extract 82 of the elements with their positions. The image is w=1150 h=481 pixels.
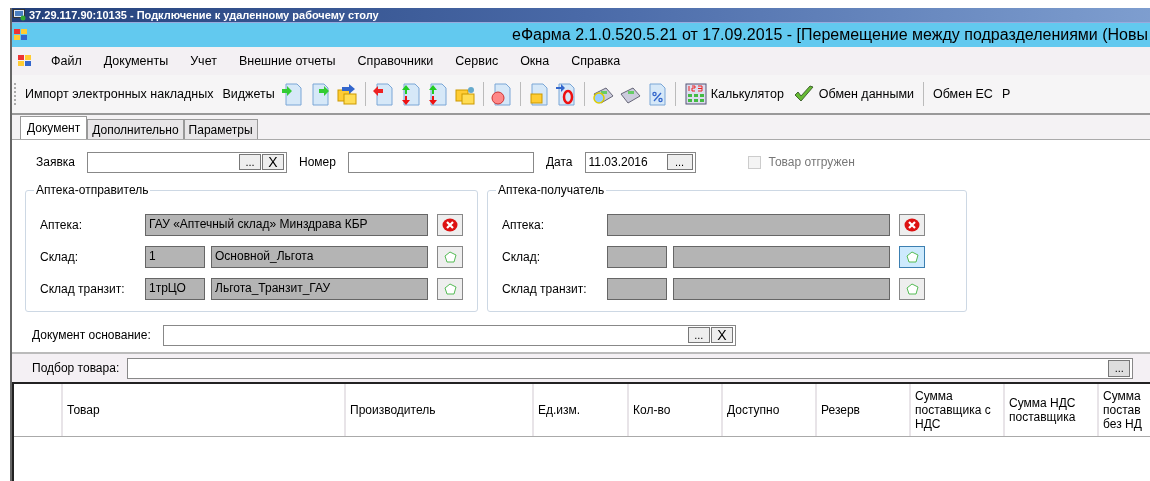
clear-button[interactable]: X: [710, 327, 733, 343]
menu-item[interactable]: Внешние отчеты: [227, 54, 347, 68]
pentagon-icon: [904, 282, 920, 296]
column-header[interactable]: Резерв: [817, 384, 911, 436]
app-icon: [14, 29, 28, 41]
column-header[interactable]: Производитель: [346, 384, 534, 436]
menu-item[interactable]: Учет: [179, 54, 228, 68]
date-picker-button[interactable]: ...: [666, 154, 693, 170]
field-label: Номер: [299, 155, 336, 169]
toolbar-button[interactable]: Импорт электронных накладных: [23, 87, 216, 101]
column-header[interactable]: Товар: [63, 384, 346, 436]
pentagon-icon: [442, 282, 458, 296]
select-button[interactable]: [899, 278, 925, 300]
document-arrows-icon[interactable]: [426, 82, 449, 106]
browse-button[interactable]: ...: [1108, 359, 1131, 377]
column-header[interactable]: Кол-во: [629, 384, 723, 436]
field-label: Дата: [545, 155, 573, 169]
readonly-field: 1: [145, 246, 205, 268]
window-title: 37.29.117.90:10135 - Подключение к удаленному рабочему столу: [29, 9, 379, 21]
column-header[interactable]: Доступно: [723, 384, 817, 436]
menu-item[interactable]: Справочники: [346, 54, 445, 68]
browse-button[interactable]: ...: [687, 327, 710, 343]
group-title: Аптека-отправитель: [34, 183, 151, 197]
readonly-field: [607, 278, 667, 300]
boxes-arrow-icon[interactable]: [335, 82, 358, 106]
app-title: еФарма 2.1.0.520.5.21 от 17.09.2015 - [Перемещение между подразделениями (Новы: [512, 26, 1148, 44]
readonly-field: Льгота_Транзит_ГАУ: [211, 278, 428, 300]
readonly-field: 1трЦО: [145, 278, 205, 300]
group-title: Аптека-получатель: [496, 183, 607, 197]
date-field[interactable]: 11.03.2016 ...: [584, 151, 696, 173]
field-label: Подбор товара:: [32, 361, 120, 375]
data-exchange-button[interactable]: Обмен данными: [790, 84, 916, 104]
toolbar-button[interactable]: Обмен ЕС: [931, 87, 995, 101]
clear-button[interactable]: X: [262, 154, 284, 170]
calculator-icon: [684, 83, 707, 105]
close-icon: [442, 218, 458, 232]
number-field[interactable]: [347, 151, 534, 173]
readonly-field: ГАУ «Аптечный склад» Минздрава КБР: [145, 214, 428, 236]
select-button[interactable]: [437, 246, 463, 268]
field-label: Заявка: [36, 155, 75, 169]
clear-button[interactable]: [899, 214, 925, 236]
pentagon-icon: [904, 250, 920, 264]
browse-button[interactable]: ...: [239, 154, 261, 170]
field-label: Склад транзит:: [39, 282, 126, 296]
app-icon[interactable]: [18, 55, 32, 67]
readonly-field: [607, 246, 667, 268]
select-button[interactable]: [437, 278, 463, 300]
pentagon-icon: [442, 250, 458, 264]
checkmark-icon: [792, 84, 815, 104]
field-label: Склад:: [501, 250, 542, 264]
clear-button[interactable]: [437, 214, 463, 236]
document-arrow-icon[interactable]: [372, 82, 395, 106]
field-label: Аптека:: [501, 218, 546, 232]
field-label: Аптека:: [39, 218, 84, 232]
menu-item[interactable]: Файл: [40, 54, 93, 68]
tab[interactable]: Параметры: [183, 119, 258, 139]
menu-item[interactable]: Сервис: [444, 54, 510, 68]
menu-item[interactable]: Окна: [509, 54, 561, 68]
readonly-field: Основной_Льгота: [211, 246, 428, 268]
column-header[interactable]: Сумма поставщика с НДС: [911, 384, 1005, 436]
toolbar-button[interactable]: Виджеты: [220, 87, 277, 101]
checkbox-label: Товар отгружен: [768, 155, 855, 169]
menu-item[interactable]: Документы: [92, 54, 180, 68]
column-header[interactable]: Ед.изм.: [534, 384, 629, 436]
remote-desktop-icon: [13, 9, 26, 21]
calculator-button[interactable]: Калькулятор: [682, 83, 786, 105]
document-arrows-icon[interactable]: [399, 82, 422, 106]
column-header[interactable]: Сумма НДС поставщика: [1005, 384, 1099, 436]
column-header[interactable]: Сумма постав без НД: [1099, 384, 1150, 436]
tab[interactable]: Дополнительно: [87, 119, 184, 139]
tab[interactable]: Документ: [20, 116, 88, 139]
field-label: Документ основание:: [32, 328, 151, 342]
document-zero-icon[interactable]: [554, 82, 577, 106]
basis-document-field[interactable]: ... X: [162, 324, 736, 346]
goods-search-field[interactable]: ...: [127, 357, 1134, 379]
menu-item[interactable]: Справка: [560, 54, 632, 68]
field-label: Склад:: [39, 250, 80, 264]
select-button[interactable]: [899, 246, 925, 268]
close-icon: [904, 218, 920, 232]
toolbar-button[interactable]: Р: [999, 87, 1013, 101]
request-field[interactable]: ... X: [87, 151, 287, 173]
field-label: Склад транзит:: [501, 282, 588, 296]
